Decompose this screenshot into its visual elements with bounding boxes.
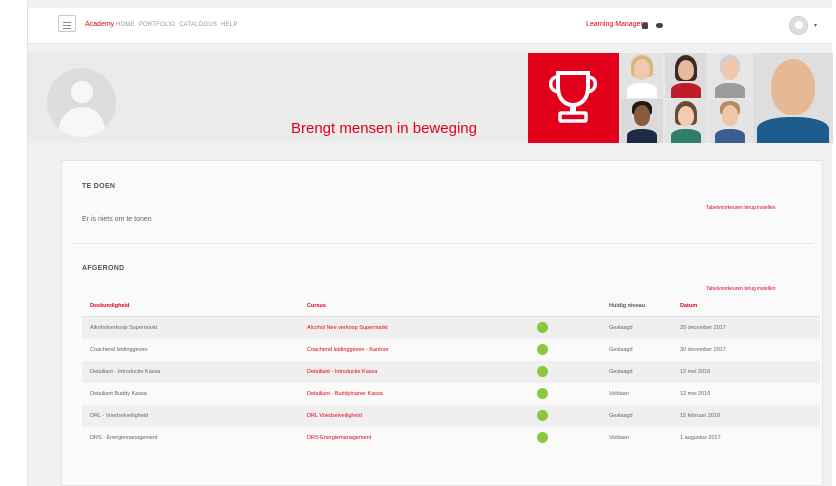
competence-cell: Coachend leidinggeven bbox=[90, 347, 148, 353]
brand-logo[interactable]: Academy bbox=[85, 21, 114, 28]
completed-section-title: AFGEROND bbox=[82, 265, 125, 272]
date-cell: 30 december 2017 bbox=[680, 347, 726, 353]
level-cell: Geslaagd bbox=[609, 413, 633, 419]
column-header-competence[interactable]: Deskundigheid bbox=[90, 303, 129, 309]
nav-catalogus[interactable]: CATALOGUS bbox=[179, 22, 217, 28]
table-row: DRS - Energiemanagement DRS Energiemanag… bbox=[82, 427, 820, 449]
person-photo bbox=[709, 53, 751, 98]
competence-cell: Detailiant Buddy Kassa bbox=[90, 391, 147, 397]
nav-portfolio[interactable]: PORTFOLIO bbox=[139, 22, 175, 28]
table-row: Alkoholverkoop Supermarkt Alcohol Nee ve… bbox=[82, 317, 820, 339]
column-header-course[interactable]: Cursus bbox=[307, 303, 326, 309]
todo-empty-message: Er is niets om te tonen bbox=[82, 216, 152, 223]
date-cell: 1 augustus 2017 bbox=[680, 435, 721, 441]
profile-banner: Brengt mensen in beweging bbox=[28, 53, 833, 143]
bell-icon[interactable] bbox=[642, 22, 648, 29]
table-row: DRL - Voedselveiligheid DRL Voedselveili… bbox=[82, 405, 820, 427]
date-cell: 29 december 2017 bbox=[680, 325, 726, 331]
nav-home[interactable]: HOME bbox=[116, 22, 135, 28]
level-cell: Voldaan bbox=[609, 435, 629, 441]
course-link[interactable]: Detailiant - Introductie Kassa bbox=[307, 369, 377, 375]
nav-help[interactable]: HELP bbox=[221, 22, 237, 28]
green-dot-icon bbox=[537, 388, 548, 399]
green-dot-icon bbox=[537, 410, 548, 421]
person-photo bbox=[709, 99, 751, 143]
competence-cell: Alkoholverkoop Supermarkt bbox=[90, 325, 158, 331]
person-photo bbox=[753, 53, 833, 143]
level-cell: Geslaagd bbox=[609, 325, 633, 331]
course-link[interactable]: Coachend leidinggeven - Kantoor bbox=[307, 347, 389, 353]
todo-reset-preferences-link[interactable]: Tabelvoorkeuren terug instellen bbox=[706, 205, 776, 211]
green-dot-icon bbox=[537, 366, 548, 377]
app-frame: Academy HOME PORTFOLIO CATALOGUS HELP Le… bbox=[27, 0, 833, 486]
table-row: Detailiant - Introductie Kassa Detailian… bbox=[82, 361, 820, 383]
trophy-icon bbox=[548, 71, 598, 123]
date-cell: 12 mei 2016 bbox=[680, 391, 711, 397]
green-dot-icon bbox=[537, 344, 548, 355]
green-dot-icon bbox=[537, 432, 548, 443]
section-divider bbox=[72, 243, 814, 244]
people-photo-collage bbox=[619, 53, 833, 143]
competence-cell: DRS - Energiemanagement bbox=[90, 435, 158, 441]
level-cell: Voldaan bbox=[609, 391, 629, 397]
user-avatar[interactable] bbox=[789, 16, 808, 35]
level-cell: Geslaagd bbox=[609, 347, 633, 353]
course-link[interactable]: DRS Energiemanagement bbox=[307, 435, 371, 441]
learning-overview-panel: TE DOEN Tabelvoorkeuren terug instellen … bbox=[61, 160, 823, 486]
green-dot-icon bbox=[537, 322, 548, 333]
top-navbar: Academy HOME PORTFOLIO CATALOGUS HELP Le… bbox=[28, 8, 833, 44]
table-row: Coachend leidinggeven Coachend leidingge… bbox=[82, 339, 820, 361]
completed-table: Deskundigheid Cursus Huidig niveau Datum… bbox=[82, 297, 820, 449]
chevron-down-icon[interactable]: ▾ bbox=[814, 22, 817, 29]
todo-section-title: TE DOEN bbox=[82, 183, 116, 190]
profile-avatar bbox=[47, 68, 116, 137]
person-photo bbox=[665, 53, 707, 98]
level-cell: Geslaagd bbox=[609, 369, 633, 375]
banner-tagline: Brengt mensen in beweging bbox=[291, 120, 477, 137]
person-photo bbox=[665, 99, 707, 143]
date-cell: 12 mei 2016 bbox=[680, 369, 711, 375]
person-photo bbox=[621, 99, 663, 143]
competence-cell: Detailiant - Introductie Kassa bbox=[90, 369, 161, 375]
competence-cell: DRL - Voedselveiligheid bbox=[90, 413, 149, 419]
column-header-level[interactable]: Huidig niveau bbox=[609, 303, 645, 309]
column-header-date[interactable]: Datum bbox=[680, 303, 697, 309]
chat-bubble-icon[interactable] bbox=[656, 23, 663, 28]
completed-reset-preferences-link[interactable]: Tabelvoorkeuren terug instellen bbox=[706, 286, 776, 292]
date-cell: 15 februari 2018 bbox=[680, 413, 721, 419]
table-row: Detailiant Buddy Kassa Detailiant - Budd… bbox=[82, 383, 820, 405]
course-link[interactable]: DRL Voedselveiligheid bbox=[307, 413, 362, 419]
role-switcher[interactable]: Learning Manager ▾ bbox=[586, 20, 648, 28]
table-header: Deskundigheid Cursus Huidig niveau Datum bbox=[82, 297, 820, 317]
trophy-tile bbox=[528, 53, 619, 143]
person-photo bbox=[621, 53, 663, 98]
course-link[interactable]: Alcohol Nee verkoop Supermarkt bbox=[307, 325, 388, 331]
hamburger-menu-icon[interactable] bbox=[58, 15, 76, 32]
course-link[interactable]: Detailiant - Buddytrainer Kassa bbox=[307, 391, 383, 397]
main-nav: HOME PORTFOLIO CATALOGUS HELP bbox=[116, 22, 238, 28]
